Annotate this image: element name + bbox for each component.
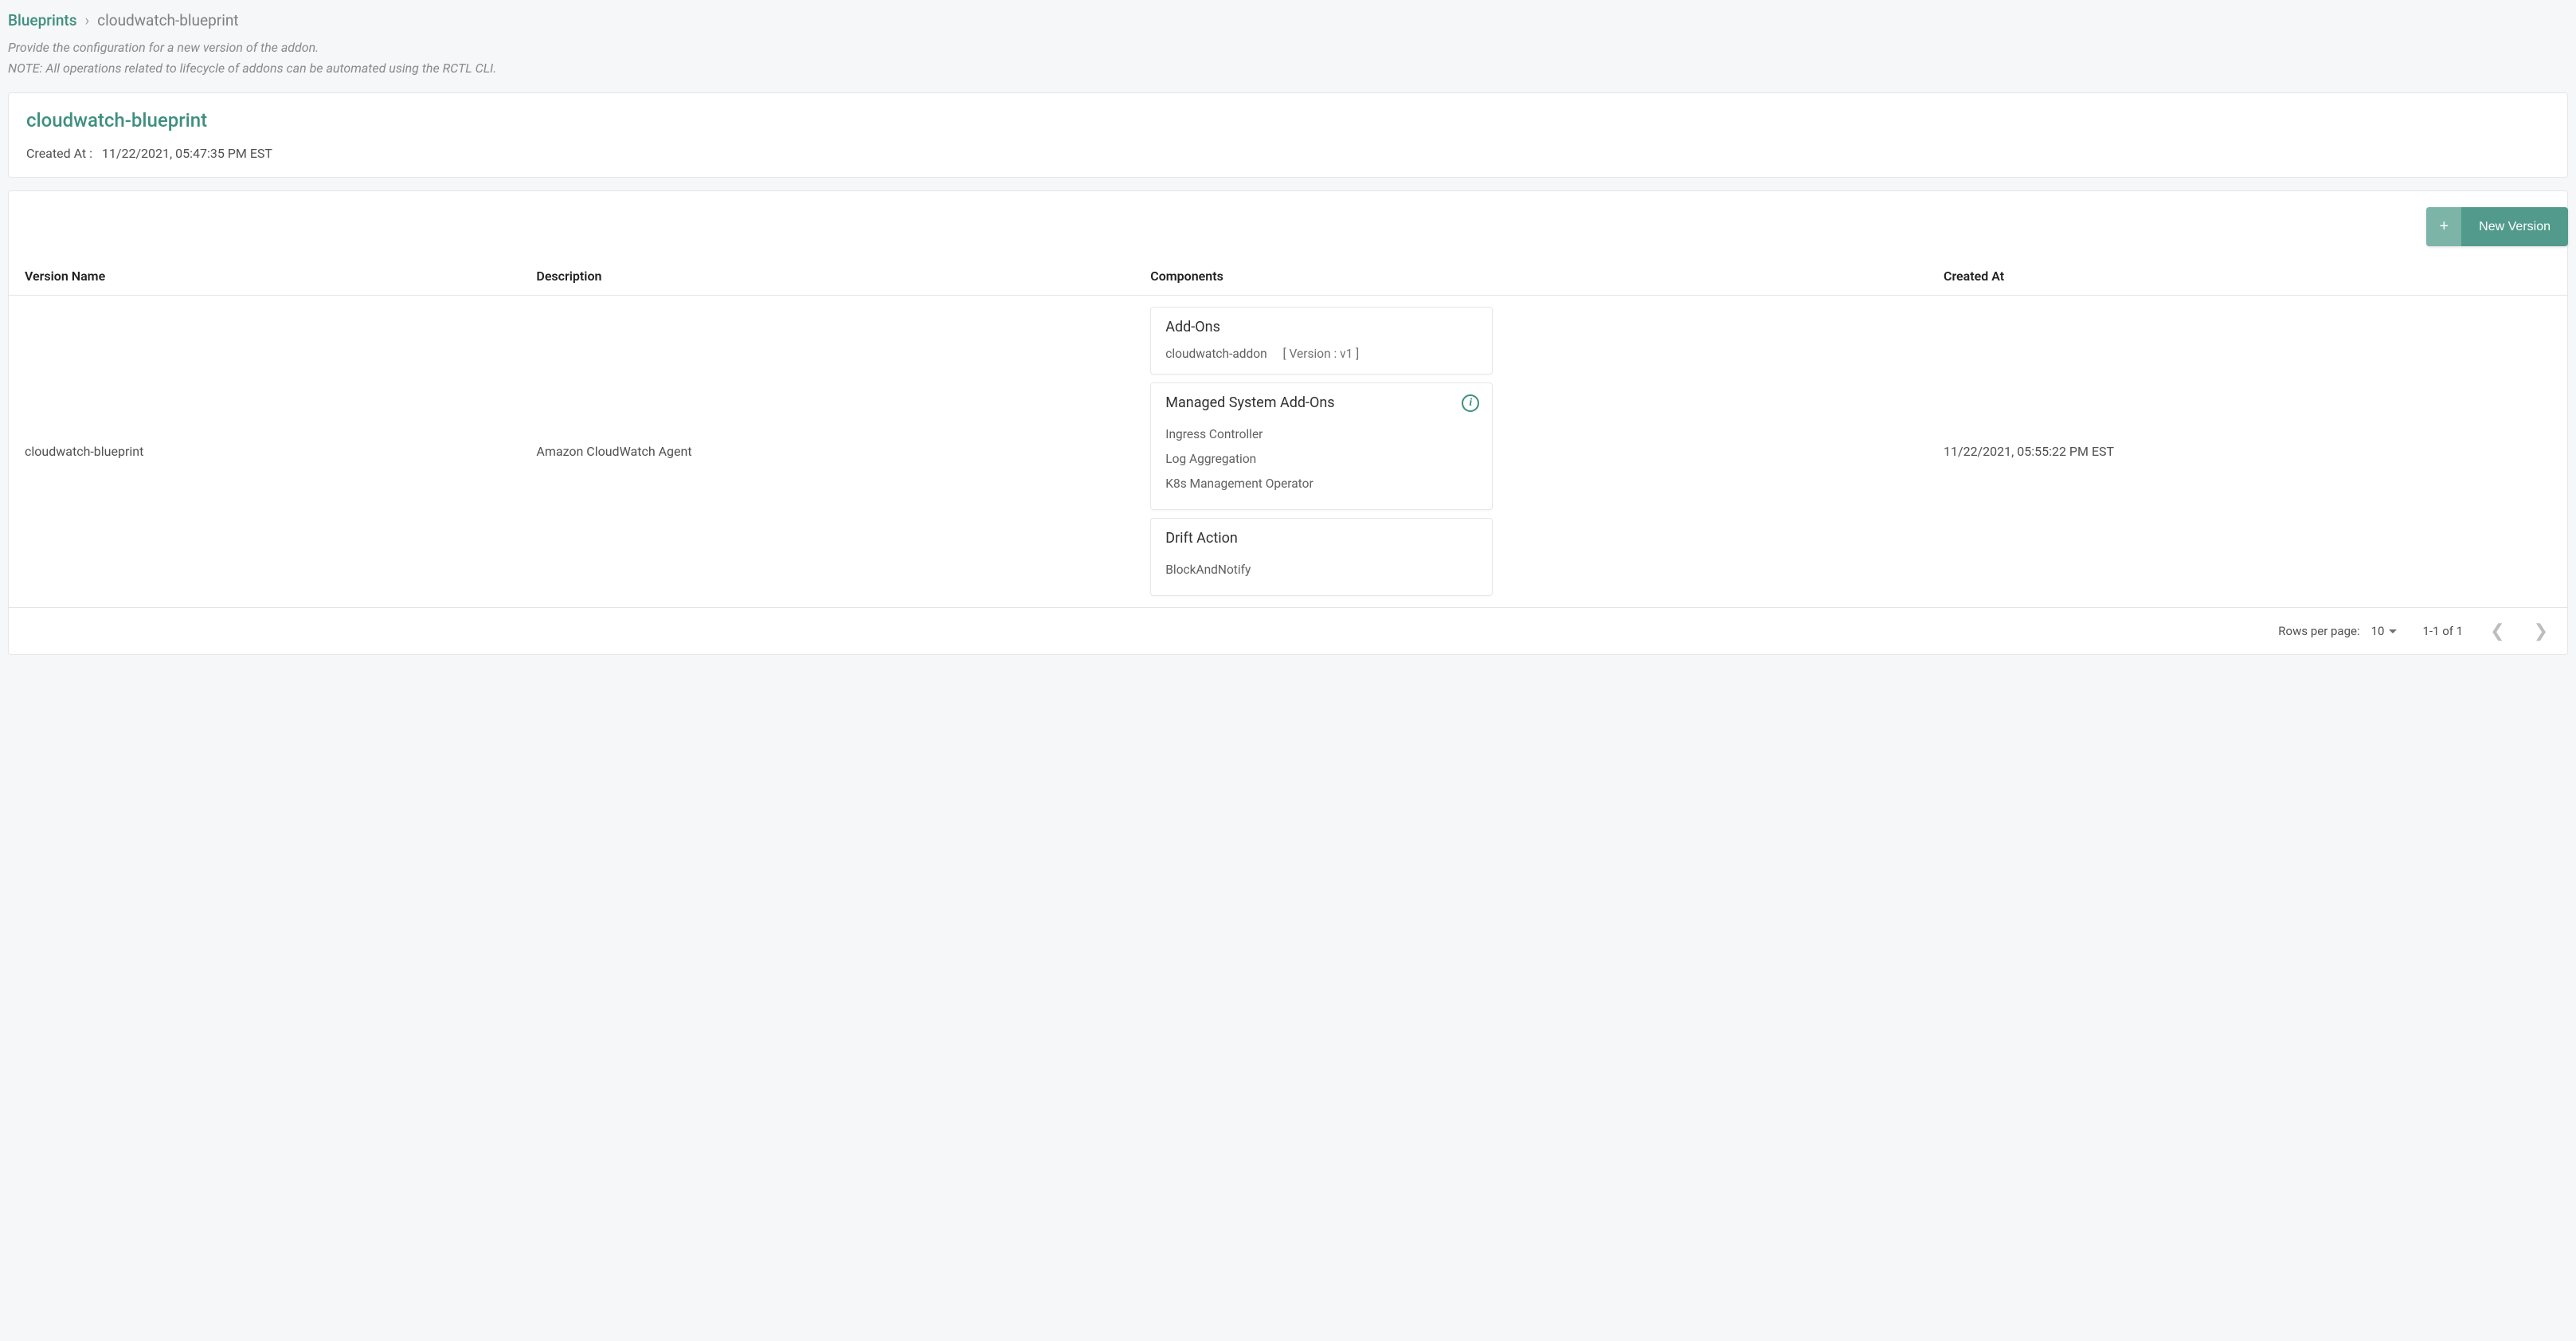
- next-page-button[interactable]: ❯: [2531, 621, 2551, 641]
- cell-version-name: cloudwatch-blueprint: [9, 296, 520, 608]
- col-components: Components: [1134, 259, 1928, 296]
- managed-addons-box: i Managed System Add-Ons Ingress Control…: [1150, 382, 1493, 510]
- table-row[interactable]: cloudwatch-blueprint Amazon CloudWatch A…: [9, 296, 2567, 608]
- page-subtitle: Provide the configuration for a new vers…: [8, 37, 2568, 78]
- new-version-button[interactable]: + New Version: [2426, 207, 2568, 246]
- addon-name: cloudwatch-addon: [1165, 347, 1266, 361]
- addon-version: [ Version : v1 ]: [1283, 347, 1360, 361]
- addon-item: cloudwatch-addon [ Version : v1 ]: [1165, 347, 1478, 361]
- blueprint-created-at: Created At : 11/22/2021, 05:47:35 PM EST: [26, 146, 2550, 161]
- created-at-value: 11/22/2021, 05:47:35 PM EST: [102, 146, 272, 161]
- actions-row: + New Version: [9, 191, 2568, 259]
- rows-per-page-select[interactable]: 10: [2370, 621, 2399, 641]
- managed-title: Managed System Add-Ons: [1165, 394, 1478, 411]
- rows-per-page: Rows per page: 10: [2278, 621, 2398, 641]
- new-version-label: New Version: [2461, 207, 2568, 246]
- created-at-label: Created At :: [26, 146, 92, 161]
- cell-description: Amazon CloudWatch Agent: [520, 296, 1134, 608]
- chevron-down-icon: [2389, 629, 2397, 633]
- blueprint-header-card: cloudwatch-blueprint Created At : 11/22/…: [8, 92, 2568, 178]
- addons-box: Add-Ons cloudwatch-addon [ Version : v1 …: [1150, 307, 1493, 374]
- breadcrumb-current: cloudwatch-blueprint: [97, 11, 238, 29]
- versions-table: Version Name Description Components Crea…: [9, 259, 2567, 608]
- drift-action-box: Drift Action BlockAndNotify: [1150, 518, 1493, 596]
- subtitle-line1: Provide the configuration for a new vers…: [8, 37, 2568, 58]
- plus-icon: +: [2426, 207, 2461, 246]
- pagination: Rows per page: 10 1-1 of 1 ❮ ❯: [9, 608, 2567, 654]
- managed-item: Ingress Controller: [1165, 422, 1478, 447]
- col-created-at: Created At: [1928, 259, 2567, 296]
- drift-value: BlockAndNotify: [1165, 558, 1478, 582]
- versions-card: + New Version Version Name Description C…: [8, 190, 2568, 655]
- page-range: 1-1 of 1: [2422, 624, 2463, 638]
- breadcrumb-root-link[interactable]: Blueprints: [8, 11, 77, 29]
- col-description: Description: [520, 259, 1134, 296]
- drift-title: Drift Action: [1165, 530, 1478, 547]
- rows-per-page-label: Rows per page:: [2278, 624, 2359, 638]
- rows-per-page-value: 10: [2371, 624, 2385, 638]
- breadcrumb-separator: ›: [84, 11, 89, 29]
- subtitle-line2: NOTE: All operations related to lifecycl…: [8, 58, 2568, 79]
- blueprint-title: cloudwatch-blueprint: [26, 109, 2550, 131]
- page-nav: ❮ ❯: [2487, 621, 2551, 641]
- cell-created-at: 11/22/2021, 05:55:22 PM EST: [1928, 296, 2567, 608]
- addons-title: Add-Ons: [1165, 319, 1478, 335]
- prev-page-button[interactable]: ❮: [2487, 621, 2507, 641]
- breadcrumb: Blueprints › cloudwatch-blueprint: [8, 8, 2568, 37]
- cell-components: Add-Ons cloudwatch-addon [ Version : v1 …: [1134, 296, 1928, 608]
- managed-item: K8s Management Operator: [1165, 472, 1478, 496]
- managed-item: Log Aggregation: [1165, 447, 1478, 472]
- col-version-name: Version Name: [9, 259, 520, 296]
